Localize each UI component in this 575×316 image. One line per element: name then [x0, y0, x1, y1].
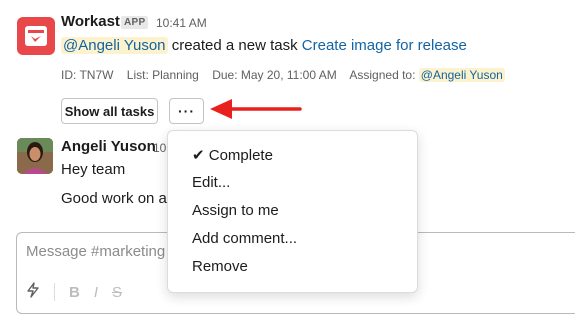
avatar[interactable] — [17, 138, 53, 174]
menu-item-add-comment[interactable]: Add comment... — [192, 230, 297, 247]
user-mention[interactable]: @Angeli Yuson — [61, 37, 168, 54]
message-timestamp[interactable]: 10 — [153, 141, 166, 155]
lightning-icon[interactable] — [26, 282, 40, 302]
strikethrough-icon[interactable]: S — [112, 284, 122, 301]
toolbar-divider — [54, 283, 55, 301]
assignee-mention[interactable]: @Angeli Yuson — [418, 68, 505, 82]
menu-item-complete[interactable]: ✔ Complete — [192, 146, 273, 164]
task-id: ID: TN7W — [61, 68, 114, 82]
message-sender[interactable]: Workast — [61, 13, 120, 30]
menu-item-remove[interactable]: Remove — [192, 258, 248, 275]
task-assigned-label: Assigned to: — [349, 68, 416, 82]
message-text: Good work on al — [61, 190, 171, 207]
message-text: Hey team — [61, 161, 126, 178]
italic-icon[interactable]: I — [94, 284, 98, 301]
bold-icon[interactable]: B — [69, 284, 80, 301]
workast-logo-icon — [25, 26, 47, 46]
user-photo-icon — [17, 138, 53, 174]
app-badge: APP — [121, 16, 149, 29]
message-text: created a new task — [171, 37, 298, 54]
workast-app-avatar[interactable] — [17, 17, 55, 55]
task-due: Due: May 20, 11:00 AM — [212, 68, 337, 82]
task-meta: ID: TN7W List: Planning Due: May 20, 11:… — [61, 68, 505, 82]
more-actions-button[interactable]: ··· — [169, 98, 204, 124]
message-sender[interactable]: Angeli Yuson — [61, 138, 156, 155]
task-actions-menu: ✔ Complete Edit... Assign to me Add comm… — [167, 130, 418, 293]
menu-item-edit[interactable]: Edit... — [192, 174, 230, 191]
menu-item-assign-to-me[interactable]: Assign to me — [192, 202, 279, 219]
message-timestamp[interactable]: 10:41 AM — [156, 16, 207, 30]
task-link[interactable]: Create image for release — [302, 37, 467, 54]
formatting-toolbar: B I S — [26, 280, 122, 304]
task-list: List: Planning — [126, 68, 199, 82]
message-body: @Angeli Yuson created a new task Create … — [61, 37, 467, 54]
show-all-tasks-button[interactable]: Show all tasks — [61, 98, 158, 124]
message-input[interactable]: Message #marketing — [26, 243, 165, 260]
red-arrow-annotation — [210, 99, 302, 119]
